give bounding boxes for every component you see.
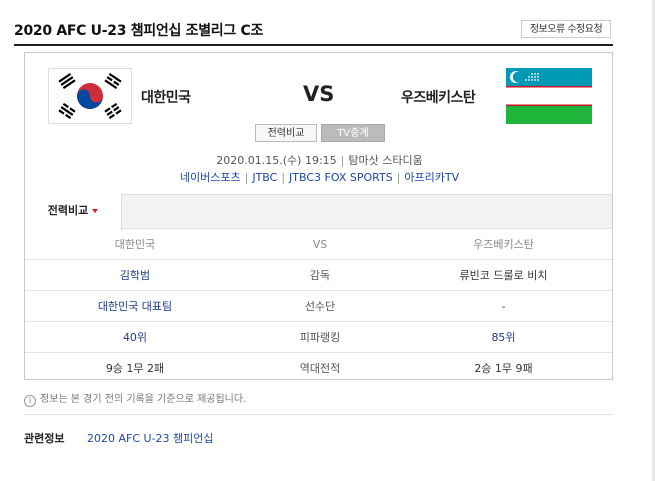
home-coach[interactable]: 김학범 — [25, 259, 245, 291]
info-icon: i — [24, 395, 36, 407]
away-team-name[interactable]: 우즈베키스탄 — [401, 87, 476, 107]
tab-compare[interactable]: 전력비교 — [25, 194, 122, 230]
table-header-row: 대한민국 VS 우즈베키스탄 — [25, 229, 612, 260]
stat-label: 감독 — [245, 259, 395, 291]
info-note: i 정보는 본 경기 전의 기록을 기준으로 제공됩니다. — [24, 390, 246, 407]
related-info-label: 관련정보 — [24, 432, 65, 445]
table-row: 대한민국 대표팀 선수단 - — [25, 290, 612, 322]
separator: | — [340, 154, 345, 167]
vs-label: VS — [303, 82, 335, 106]
page-title: 2020 AFC U-23 챔피언십 조별리그 C조 — [14, 23, 264, 39]
header-vs: VS — [245, 229, 395, 260]
match-card: 대한민국 VS 우즈베키스탄 전력비교 TV중계 2020.01.15.(수) … — [24, 52, 613, 380]
tab-bar: 전력비교 — [25, 194, 612, 230]
broadcaster-list: 네이버스포츠 | JTBC | JTBC3 FOX SPORTS | 아프리카TV — [25, 169, 614, 185]
footer-divider — [24, 414, 613, 415]
caret-down-icon — [92, 209, 99, 213]
header-home: 대한민국 — [25, 229, 245, 260]
match-datetime: 2020.01.15.(수) 19:15 — [216, 154, 337, 167]
uzbekistan-flag-icon — [506, 68, 592, 124]
compare-button[interactable]: 전력비교 — [255, 124, 317, 142]
tv-broadcast-button[interactable]: TV중계 — [321, 124, 385, 142]
related-info-link[interactable]: 2020 AFC U-23 챔피언십 — [87, 430, 214, 446]
away-coach: 류빈코 드룰로 비치 — [395, 259, 612, 291]
away-fifa-rank[interactable]: 85위 — [395, 321, 612, 353]
home-team-name[interactable]: 대한민국 — [141, 87, 191, 107]
broadcaster-link[interactable]: JTBC3 FOX SPORTS — [289, 171, 393, 184]
table-row: 9승 1무 2패 역대전적 2승 1무 9패 — [25, 353, 612, 384]
broadcaster-link[interactable]: JTBC — [252, 171, 277, 184]
home-fifa-rank[interactable]: 40위 — [25, 321, 245, 353]
home-squad[interactable]: 대한민국 대표팀 — [25, 290, 245, 322]
title-divider — [14, 44, 613, 46]
table-row: 김학범 감독 류빈코 드룰로 비치 — [25, 259, 612, 291]
stat-label: 선수단 — [245, 290, 395, 322]
info-note-text: 정보는 본 경기 전의 기록을 기준으로 제공됩니다. — [40, 394, 247, 405]
report-error-button[interactable]: 정보오류 수정요청 — [521, 20, 611, 38]
south-korea-flag-icon — [48, 68, 132, 124]
separator: | — [281, 171, 286, 184]
home-h2h-record: 9승 1무 2패 — [105, 362, 165, 375]
broadcaster-link[interactable]: 아프리카TV — [404, 171, 459, 184]
separator: | — [396, 171, 401, 184]
stat-label: 역대전적 — [299, 362, 341, 375]
match-datetime-venue: 2020.01.15.(수) 19:15 | 탐마삿 스타디움 — [25, 152, 614, 168]
separator: | — [244, 171, 249, 184]
stat-label: 피파랭킹 — [245, 321, 395, 353]
match-venue[interactable]: 탐마삿 스타디움 — [348, 154, 422, 167]
tab-compare-label: 전력비교 — [47, 204, 89, 217]
away-h2h-record: 2승 1무 9패 — [474, 362, 533, 375]
away-squad: - — [395, 290, 612, 322]
broadcaster-link[interactable]: 네이버스포츠 — [180, 171, 241, 184]
comparison-table: 대한민국 VS 우즈베키스탄 김학범 감독 류빈코 드룰로 비치 대한민국 대표… — [25, 229, 612, 383]
header-away: 우즈베키스탄 — [395, 229, 612, 260]
table-row: 40위 피파랭킹 85위 — [25, 321, 612, 353]
